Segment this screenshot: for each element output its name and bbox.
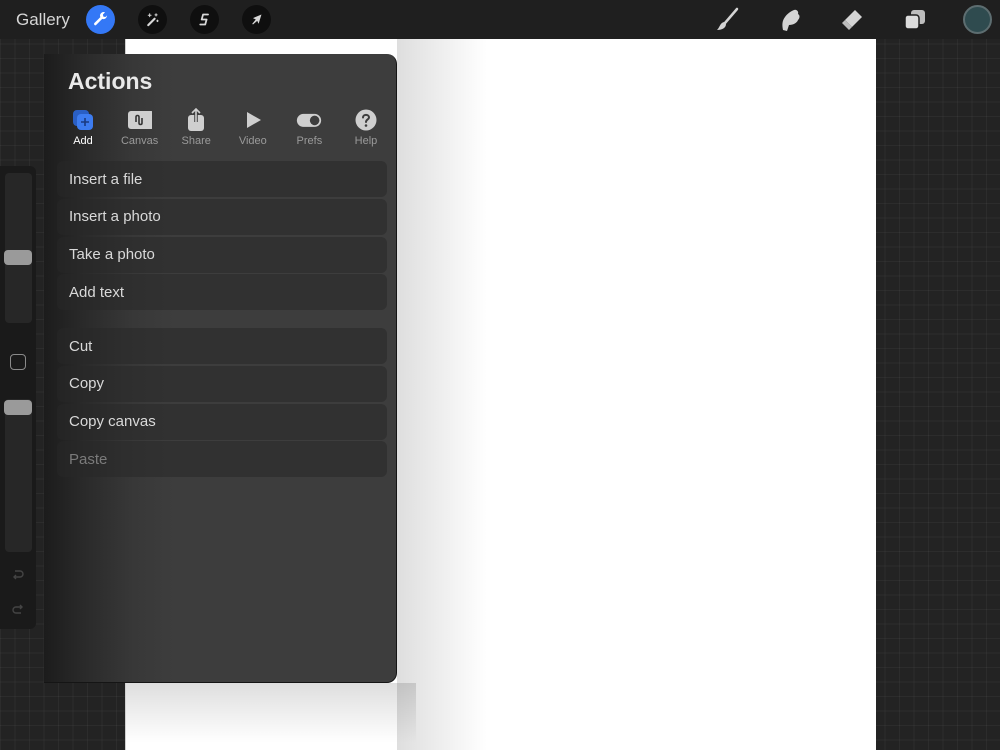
tab-share[interactable]: Share: [171, 108, 221, 150]
take-photo-item[interactable]: Take a photo: [57, 236, 387, 273]
top-toolbar: Gallery: [0, 0, 1000, 39]
tab-add[interactable]: Add: [58, 108, 108, 150]
insert-photo-item[interactable]: Insert a photo: [57, 198, 387, 235]
wrench-icon: [94, 12, 108, 26]
brush-size-slider[interactable]: [5, 173, 32, 323]
gallery-button[interactable]: Gallery: [16, 10, 70, 30]
actions-tabs: Add Canvas Share Video Prefs Help: [58, 108, 391, 150]
undo-icon: [13, 570, 24, 580]
share-icon: [188, 108, 205, 131]
smudge-finger-icon: [782, 9, 800, 31]
paste-item: Paste: [57, 441, 387, 478]
layers-icon: [904, 10, 925, 30]
brush-tool-button[interactable]: [713, 6, 741, 34]
undo-button[interactable]: [9, 566, 27, 584]
transform-button[interactable]: [242, 5, 271, 34]
layers-button[interactable]: [901, 6, 929, 34]
cut-item[interactable]: Cut: [57, 328, 387, 364]
tab-help[interactable]: Help: [341, 108, 391, 150]
clipboard-menu-group: Cut Copy Copy canvas Paste: [57, 328, 387, 479]
tab-prefs[interactable]: Prefs: [284, 108, 334, 150]
copy-item[interactable]: Copy: [57, 365, 387, 402]
eraser-tool-button[interactable]: [838, 6, 866, 34]
smudge-tool-button[interactable]: [776, 6, 804, 34]
color-picker-button[interactable]: [963, 5, 992, 34]
brush-icon: [717, 7, 739, 30]
selection-s-icon: [199, 13, 209, 26]
canvas-wave-icon: [127, 111, 152, 129]
actions-button[interactable]: [86, 5, 115, 34]
selection-button[interactable]: [190, 5, 219, 34]
tab-canvas[interactable]: Canvas: [115, 108, 165, 150]
play-icon: [246, 112, 261, 128]
redo-button[interactable]: [9, 600, 27, 618]
magic-wand-icon: [147, 13, 159, 27]
add-text-item[interactable]: Add text: [57, 274, 387, 311]
add-plus-icon: [73, 110, 93, 130]
copy-canvas-item[interactable]: Copy canvas: [57, 403, 387, 440]
adjustments-button[interactable]: [138, 5, 167, 34]
help-question-icon: [355, 109, 377, 131]
eraser-icon: [842, 10, 862, 30]
panel-title: Actions: [68, 68, 153, 94]
opacity-slider[interactable]: [5, 399, 32, 552]
modify-button[interactable]: [10, 354, 26, 370]
toggle-icon: [297, 113, 322, 127]
actions-panel: Actions Add Canvas Share Video Prefs Hel…: [44, 54, 397, 683]
opacity-thumb[interactable]: [4, 400, 32, 415]
brush-size-thumb[interactable]: [4, 250, 32, 265]
left-sidebar: [0, 166, 36, 629]
add-menu-group: Insert a file Insert a photo Take a phot…: [57, 161, 387, 312]
tab-video[interactable]: Video: [228, 108, 278, 150]
insert-file-item[interactable]: Insert a file: [57, 161, 387, 197]
arrow-cursor-icon: [252, 14, 262, 25]
redo-icon: [12, 604, 23, 614]
